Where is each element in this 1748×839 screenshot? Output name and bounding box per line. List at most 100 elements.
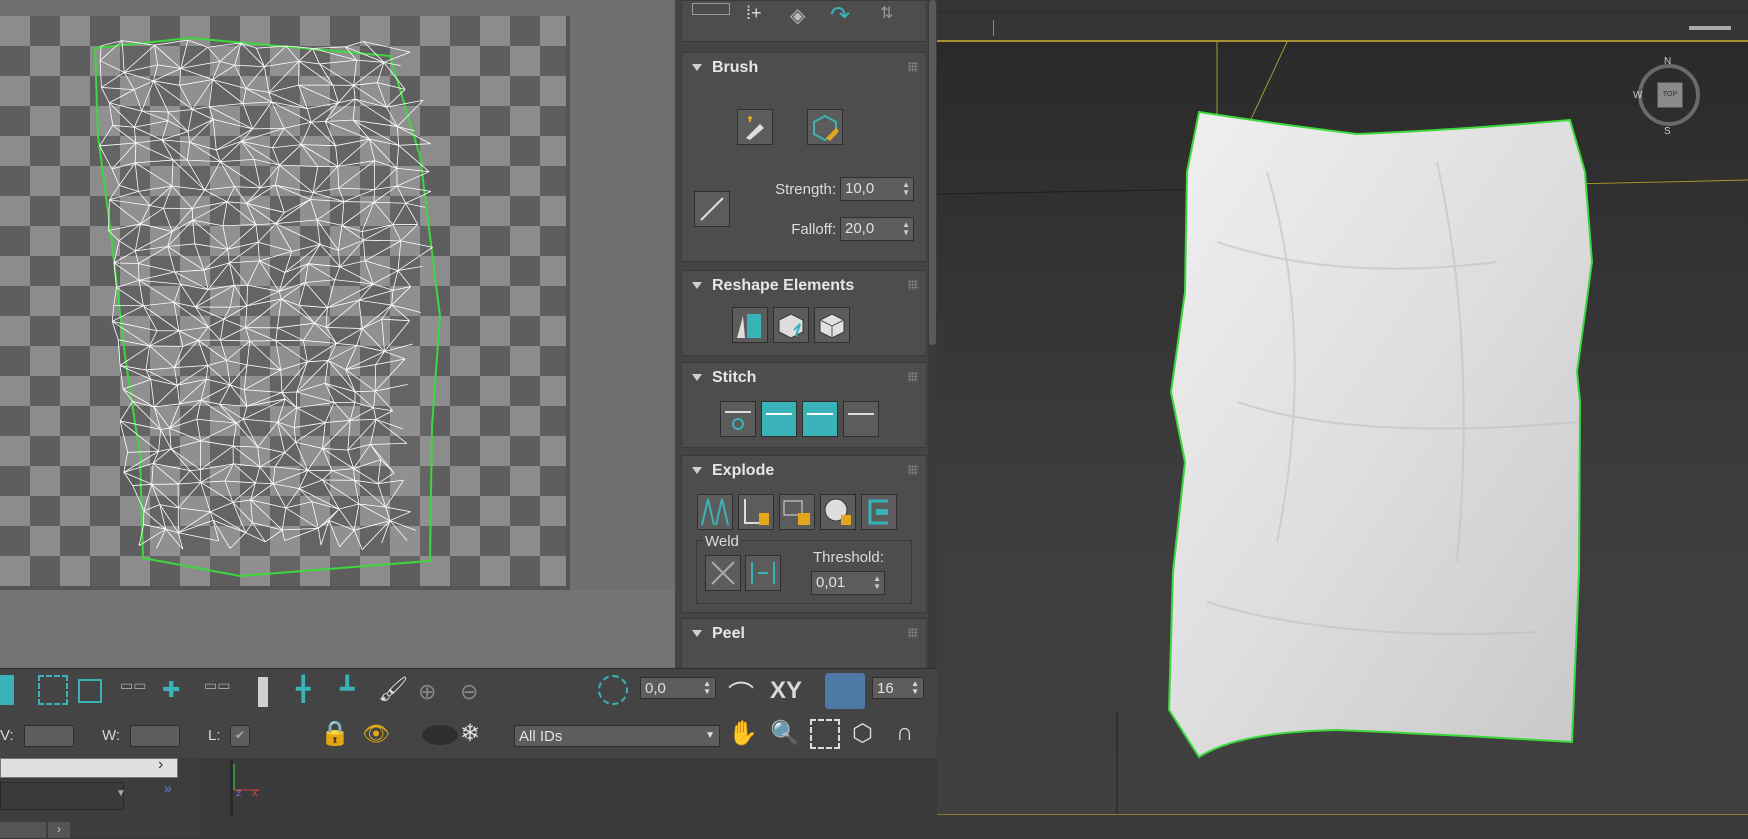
soft-selection-value[interactable]: 0,0 — [645, 680, 666, 697]
timeline-strip[interactable] — [937, 814, 1748, 839]
stitch-to-target-button[interactable] — [843, 401, 879, 437]
paint-add-icon[interactable]: ⊕ — [418, 679, 448, 709]
strength-spinner[interactable]: 10,0 ▲▼ — [840, 177, 914, 201]
command-field[interactable] — [0, 758, 178, 778]
script-dropdown[interactable] — [0, 782, 124, 810]
uv-mesh-wireframe[interactable] — [0, 16, 566, 586]
grow-loop-icon[interactable]: ▭▭ — [120, 677, 156, 707]
relax-button[interactable] — [814, 307, 850, 343]
weld-custom-button[interactable] — [705, 555, 741, 591]
material-id-dropdown[interactable]: All IDs ▼ — [514, 725, 720, 747]
xy-axis-label[interactable]: XY — [770, 677, 802, 705]
paint-move-brush-button[interactable] — [737, 109, 773, 145]
grip-icon[interactable] — [908, 372, 918, 382]
grid-size-field[interactable]: 16 ▲▼ — [872, 677, 924, 699]
falloff-spinner[interactable]: 20,0 ▲▼ — [840, 217, 914, 241]
chevron-right-icon[interactable]: › — [48, 822, 70, 838]
grip-icon[interactable] — [908, 280, 918, 290]
grip-icon[interactable] — [908, 628, 918, 638]
threshold-value[interactable]: 0,01 — [816, 574, 845, 591]
stitch-title[interactable]: Stitch — [712, 369, 756, 387]
3d-viewport[interactable]: TOP N S W — [937, 0, 1748, 838]
paint-subtract-icon[interactable]: ⊖ — [460, 679, 490, 709]
falloff-value[interactable]: 20,0 — [845, 220, 874, 237]
falloff-curve-icon[interactable]: ⌒ — [728, 675, 758, 705]
double-chevron-icon[interactable]: » — [164, 780, 172, 796]
minimize-icon[interactable] — [1689, 26, 1731, 30]
cube-icon[interactable] — [0, 675, 14, 705]
add-vertex-icon[interactable]: ⁞+ — [746, 3, 776, 33]
stitch-to-source-button[interactable] — [761, 401, 797, 437]
select-subtract-icon[interactable] — [78, 679, 102, 703]
spinner-arrows-icon[interactable]: ▲▼ — [911, 680, 919, 696]
freeze-snowflake-icon[interactable]: ❄ — [460, 719, 490, 749]
paint-relax-brush-button[interactable] — [807, 109, 843, 145]
align-vertical-icon[interactable]: ╋ — [296, 675, 326, 705]
spinner-arrows-icon[interactable]: ▲▼ — [902, 181, 910, 197]
collapse-triangle-icon[interactable] — [692, 374, 702, 381]
chevron-down-icon[interactable]: ▼ — [705, 730, 715, 741]
reshape-elements-title[interactable]: Reshape Elements — [712, 277, 854, 295]
grow-selection-icon[interactable]: ✚ — [162, 677, 198, 707]
hide-icon[interactable] — [422, 725, 458, 745]
panel-scrollbar-thumb[interactable] — [929, 0, 936, 345]
falloff-curve-button[interactable] — [694, 191, 730, 227]
paint-brush-icon[interactable]: 🖌 — [378, 675, 408, 705]
dropdown-icon[interactable] — [692, 3, 730, 15]
stitch-average-button[interactable] — [802, 401, 838, 437]
brush-rollout-title[interactable]: Brush — [712, 59, 758, 77]
collapse-triangle-icon[interactable] — [692, 282, 702, 289]
v-coordinate-field[interactable] — [24, 725, 74, 747]
spinner-arrows-icon[interactable]: ▲▼ — [902, 221, 910, 237]
weld-selected-button[interactable] — [745, 555, 781, 591]
collapse-triangle-icon[interactable] — [692, 467, 702, 474]
spinner-arrows-icon[interactable]: ▲▼ — [873, 575, 881, 591]
zoom-extents-icon[interactable]: ⬡ — [852, 719, 882, 749]
chevron-right-icon[interactable]: › — [158, 756, 163, 774]
v-coordinate-label: V: — [0, 727, 14, 744]
perspective-view[interactable]: TOP N S W — [937, 42, 1748, 814]
straighten-selection-button[interactable] — [732, 307, 768, 343]
uv-editor-area[interactable] — [0, 0, 675, 668]
material-id-value[interactable]: All IDs — [519, 728, 562, 745]
pan-hand-icon[interactable]: ✋ — [728, 719, 758, 749]
lock-checkbox[interactable]: ✔ — [230, 725, 250, 747]
align-horizontal-icon[interactable]: ┻ — [340, 675, 370, 705]
spinner-arrows-icon[interactable]: ▲▼ — [703, 680, 711, 696]
stitch-custom-button[interactable] — [720, 401, 756, 437]
collapse-triangle-icon[interactable] — [692, 64, 702, 71]
snap-magnet-icon[interactable]: ∩ — [896, 719, 926, 749]
snap-grid-button[interactable] — [825, 673, 865, 709]
soft-selection-icon[interactable] — [598, 675, 628, 705]
chevron-down-icon[interactable]: ▼ — [116, 788, 126, 799]
relax-until-flat-button[interactable] — [773, 307, 809, 343]
rotate-add-icon[interactable]: ↷ — [830, 1, 860, 31]
strength-value[interactable]: 10,0 — [845, 180, 874, 197]
explode-title[interactable]: Explode — [712, 462, 774, 480]
collapse-triangle-icon[interactable] — [692, 630, 702, 637]
eye-icon[interactable]: 👁 — [362, 721, 392, 751]
arrange-icon[interactable]: ⇅ — [880, 3, 910, 33]
grip-icon[interactable] — [908, 465, 918, 475]
grip-icon[interactable] — [908, 62, 918, 72]
uv-checker-canvas[interactable] — [0, 16, 570, 590]
flatten-by-polygon-angle-button[interactable] — [861, 494, 897, 530]
shrink-selection-icon[interactable]: ▭▭ — [204, 677, 240, 707]
split-selection-button[interactable] — [738, 494, 774, 530]
flatten-by-material-button[interactable] — [820, 494, 856, 530]
falloff-label: Falloff: — [752, 221, 836, 238]
grid-diamond-icon[interactable]: ◈ — [790, 3, 820, 33]
break-button[interactable] — [697, 494, 733, 530]
flatten-by-smoothing-button[interactable] — [779, 494, 815, 530]
select-add-icon[interactable] — [38, 675, 68, 705]
w-coordinate-field[interactable] — [130, 725, 180, 747]
peel-title[interactable]: Peel — [712, 625, 745, 643]
viewcube-top-face[interactable]: TOP — [1657, 82, 1683, 108]
threshold-spinner[interactable]: 0,01 ▲▼ — [811, 571, 885, 595]
zoom-region-icon[interactable] — [810, 719, 840, 749]
zoom-icon[interactable]: 🔍 — [770, 719, 800, 749]
tab-button[interactable] — [0, 822, 46, 838]
grid-size-value[interactable]: 16 — [877, 680, 894, 697]
soft-selection-field[interactable]: 0,0 ▲▼ — [640, 677, 716, 699]
lock-icon[interactable]: 🔒 — [320, 719, 350, 749]
